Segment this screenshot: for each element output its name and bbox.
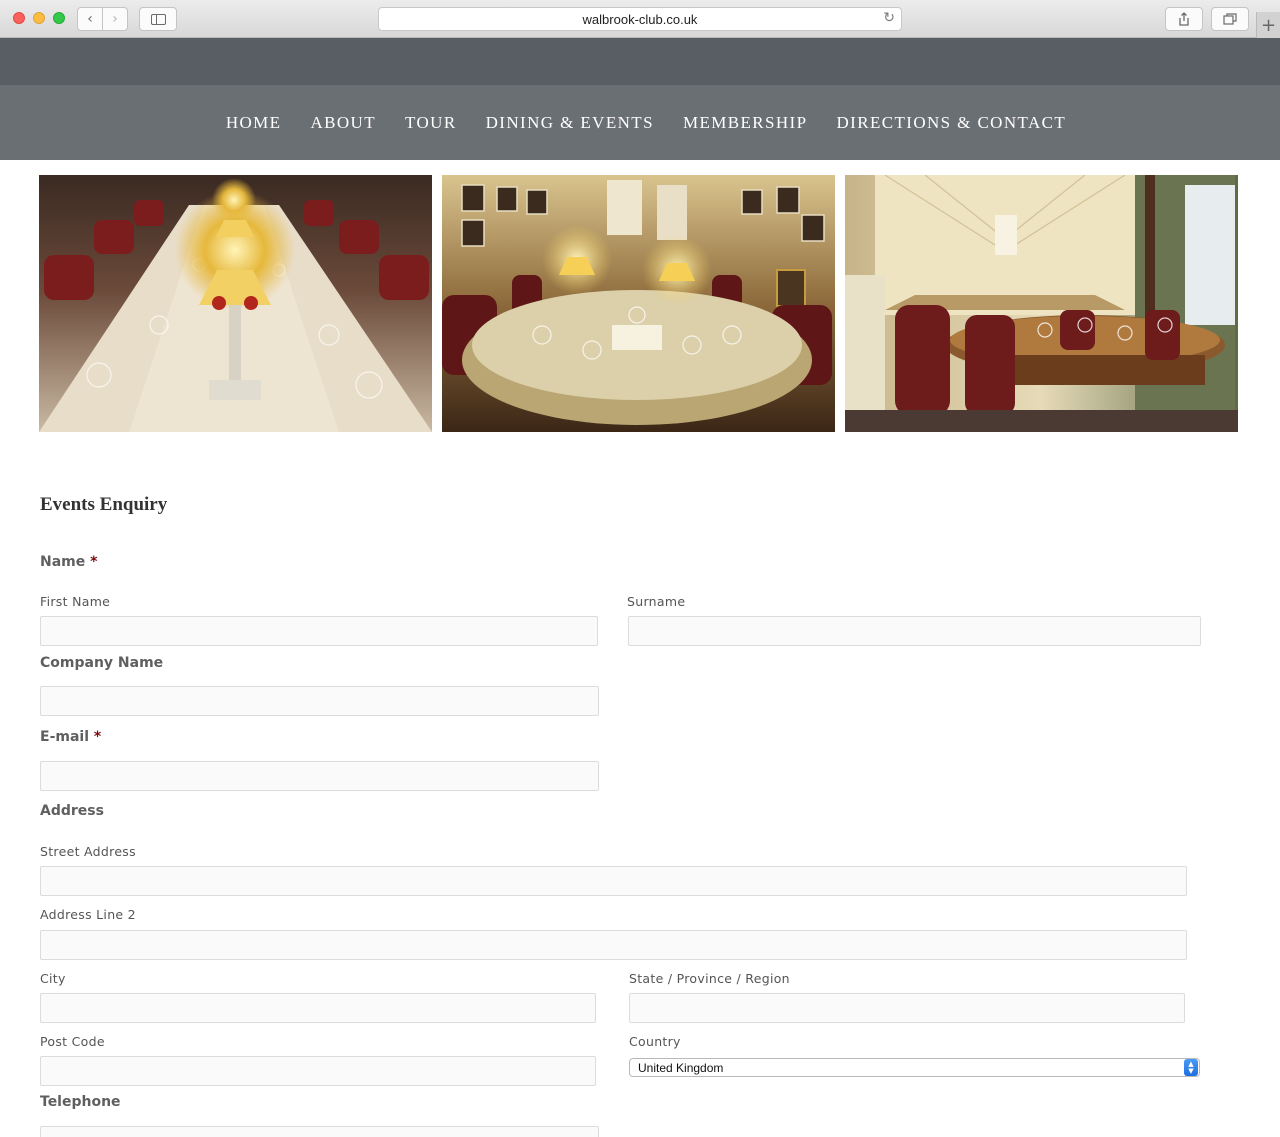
first-name-label: First Name <box>40 594 111 609</box>
name-label-text: Name <box>40 554 86 570</box>
show-tabs-button[interactable] <box>1211 7 1249 31</box>
country-selected-value: United Kingdom <box>638 1060 724 1075</box>
photo-private-dining-room <box>845 175 1238 432</box>
fullscreen-window-button[interactable] <box>53 12 65 24</box>
main-nav: HOME ABOUT TOUR DINING & EVENTS MEMBERSH… <box>0 85 1280 160</box>
nav-directions-contact[interactable]: DIRECTIONS & CONTACT <box>836 113 1066 133</box>
surname-label: Surname <box>627 594 686 609</box>
city-input[interactable] <box>40 993 596 1023</box>
form-title: Events Enquiry <box>40 494 168 515</box>
email-label-text: E-mail <box>40 729 90 745</box>
close-window-button[interactable] <box>13 12 25 24</box>
street-address-input[interactable] <box>40 866 1187 896</box>
street-address-label: Street Address <box>40 844 136 859</box>
surname-input[interactable] <box>628 616 1201 646</box>
minimize-window-button[interactable] <box>33 12 45 24</box>
telephone-label: Telephone <box>40 1094 121 1110</box>
required-marker: * <box>93 729 102 745</box>
reload-icon[interactable]: ↻ <box>883 10 895 26</box>
state-label: State / Province / Region <box>629 971 790 986</box>
country-label: Country <box>629 1034 681 1049</box>
nav-home[interactable]: HOME <box>226 113 282 133</box>
address-group-label: Address <box>40 803 104 819</box>
share-icon <box>1179 12 1189 26</box>
sidebar-icon <box>150 13 166 25</box>
new-tab-button[interactable]: + <box>1256 12 1280 38</box>
address-url: walbrook-club.co.uk <box>582 11 698 27</box>
browser-toolbar: ‹ › walbrook-club.co.uk ↻ <box>0 0 1280 38</box>
photo-long-dining-table <box>39 175 432 432</box>
company-name-label: Company Name <box>40 655 164 671</box>
first-name-input[interactable] <box>40 616 598 646</box>
state-input[interactable] <box>629 993 1185 1023</box>
nav-about[interactable]: ABOUT <box>310 113 376 133</box>
address-bar[interactable]: walbrook-club.co.uk ↻ <box>378 7 902 31</box>
back-button[interactable]: ‹ <box>77 7 103 31</box>
plus-icon: + <box>1260 14 1277 36</box>
post-code-label: Post Code <box>40 1034 105 1049</box>
chevron-right-icon: › <box>112 11 118 27</box>
site-top-band <box>0 38 1280 85</box>
post-code-input[interactable] <box>40 1056 596 1086</box>
country-select[interactable]: United Kingdom ▲ ▼ <box>629 1058 1200 1077</box>
nav-membership[interactable]: MEMBERSHIP <box>683 113 808 133</box>
email-group-label: E-mail * <box>40 729 101 745</box>
telephone-input[interactable] <box>40 1126 599 1137</box>
address-line-2-input[interactable] <box>40 930 1187 960</box>
share-button[interactable] <box>1165 7 1203 31</box>
tabs-icon <box>1223 13 1237 25</box>
required-marker: * <box>90 554 98 570</box>
name-group-label: Name * <box>40 554 97 570</box>
photo-round-dining-room <box>442 175 835 432</box>
forward-button[interactable]: › <box>102 7 128 31</box>
nav-dining-events[interactable]: DINING & EVENTS <box>486 113 654 133</box>
nav-tour[interactable]: TOUR <box>405 113 457 133</box>
email-input[interactable] <box>40 761 599 791</box>
up-down-arrows-icon: ▲ ▼ <box>1184 1059 1198 1076</box>
show-sidebar-button[interactable] <box>139 7 177 31</box>
city-label: City <box>40 971 66 986</box>
address-line-2-label: Address Line 2 <box>40 907 136 922</box>
chevron-left-icon: ‹ <box>87 11 93 27</box>
company-name-input[interactable] <box>40 686 599 716</box>
